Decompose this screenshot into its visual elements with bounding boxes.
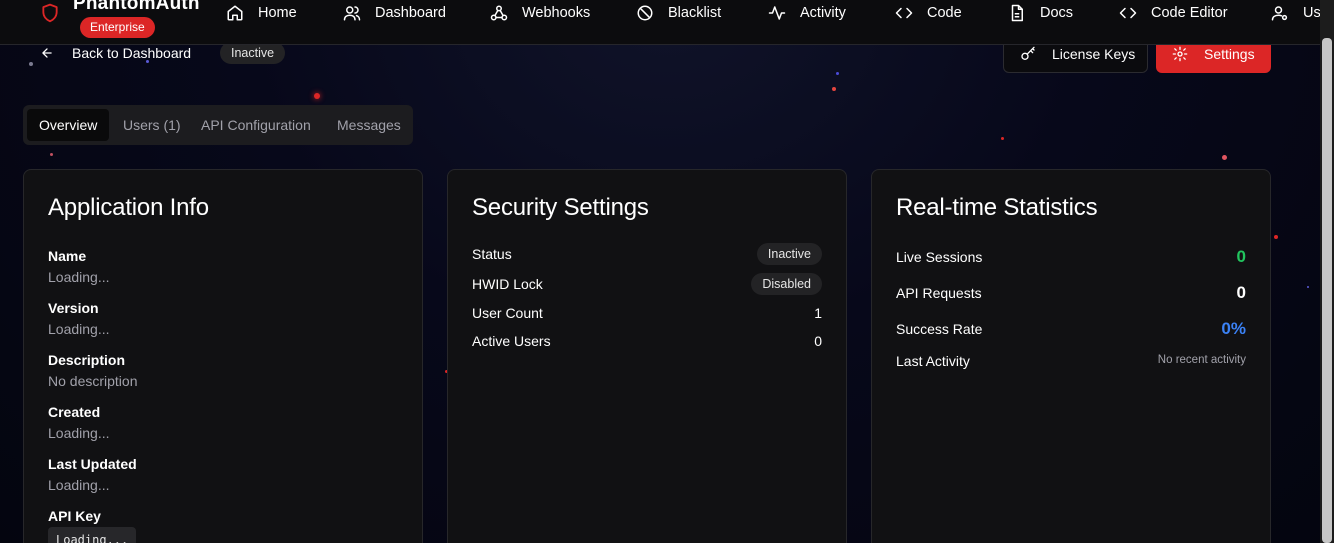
code-icon	[1119, 7, 1137, 18]
plan-badge: Enterprise	[80, 17, 155, 38]
last-updated-label: Last Updated	[48, 456, 137, 472]
created-value: Loading...	[48, 425, 110, 441]
webhook-icon	[490, 5, 508, 20]
last-activity-label: Last Activity	[896, 353, 970, 369]
nav-label: Docs	[1040, 4, 1074, 21]
active-users-label: Active Users	[472, 333, 551, 349]
nav-dashboard[interactable]: Dashboard	[343, 0, 446, 25]
live-sessions-value: 0	[1236, 247, 1246, 266]
tab-messages[interactable]: Messages	[325, 109, 413, 141]
tab-users[interactable]: Users (1)	[111, 109, 193, 141]
name-label: Name	[48, 248, 87, 264]
user-cog-icon	[1271, 5, 1288, 20]
tab-overview[interactable]: Overview	[27, 109, 110, 141]
bg-dot	[836, 72, 839, 75]
nav-code-editor[interactable]: Code Editor	[1119, 0, 1228, 25]
license-keys-label: License Keys	[1052, 45, 1136, 62]
nav-label: Code	[927, 4, 962, 21]
success-rate-label: Success Rate	[896, 321, 983, 337]
status-label: Status	[472, 246, 512, 262]
key-icon	[1021, 46, 1035, 60]
bg-dot	[1274, 235, 1278, 239]
api-key-label: API Key	[48, 508, 101, 524]
scrollbar-thumb[interactable]	[1322, 38, 1332, 543]
code-icon	[895, 7, 913, 18]
bg-dot	[29, 62, 33, 66]
nav-label: Activity	[800, 4, 846, 21]
arrow-left-icon	[42, 48, 52, 58]
bg-dot	[1222, 155, 1227, 160]
active-users-value: 0	[814, 333, 822, 349]
nav-docs[interactable]: Docs	[1008, 0, 1073, 25]
version-value: Loading...	[48, 321, 110, 337]
status-badge: Inactive	[756, 243, 822, 265]
version-label: Version	[48, 300, 99, 316]
settings-label: Settings	[1204, 45, 1255, 62]
name-value: Loading...	[48, 269, 110, 285]
user-count-label: User Count	[472, 305, 543, 321]
tab-api-configuration[interactable]: API Configuration	[189, 109, 323, 141]
bg-dot	[314, 93, 320, 99]
success-rate-value: 0%	[1221, 319, 1246, 338]
description-value: No description	[48, 373, 138, 389]
home-icon	[227, 5, 243, 20]
last-updated-value: Loading...	[48, 477, 110, 493]
page-scrollbar[interactable]	[1320, 0, 1334, 543]
status-badge: Inactive	[220, 42, 286, 64]
hwid-lock-badge: Disabled	[751, 273, 822, 295]
tab-bar: Overview Users (1) API Configuration Mes…	[23, 105, 413, 145]
security-settings-card: Security Settings Status Inactive HWID L…	[447, 169, 847, 543]
users-icon	[343, 5, 361, 20]
nav-activity[interactable]: Activity	[768, 0, 846, 25]
created-label: Created	[48, 404, 101, 420]
realtime-statistics-card: Real-time Statistics Live Sessions 0 API…	[871, 169, 1271, 543]
user-count-value: 1	[814, 305, 822, 321]
back-to-dashboard-link[interactable]: Back to Dashboard	[40, 44, 191, 62]
last-activity-value: No recent activity	[1157, 354, 1246, 366]
activity-icon	[768, 5, 786, 20]
card-title: Real-time Statistics	[896, 194, 1098, 221]
nav-label: Dashboard	[375, 4, 446, 21]
gear-icon	[1172, 46, 1188, 61]
api-requests-value: 0	[1236, 283, 1246, 302]
nav-code[interactable]: Code	[895, 0, 962, 25]
shield-icon	[42, 3, 58, 23]
nav-webhooks[interactable]: Webhooks	[490, 0, 590, 25]
api-key-value[interactable]: Loading...	[48, 527, 137, 543]
nav-label: Code Editor	[1151, 4, 1228, 21]
bg-dot	[1001, 137, 1004, 140]
nav-label: Us	[1303, 4, 1320, 21]
ban-icon	[637, 5, 653, 20]
nav-label: Home	[258, 4, 297, 21]
card-title: Security Settings	[472, 194, 649, 221]
api-requests-label: API Requests	[896, 285, 982, 301]
bg-dot	[832, 87, 836, 91]
bg-dot	[1307, 286, 1309, 288]
card-title: Application Info	[48, 194, 209, 221]
brand-name[interactable]: PhantomAuth	[73, 0, 200, 15]
description-label: Description	[48, 352, 126, 368]
top-navbar: PhantomAuth Enterprise Home Dashboard We…	[0, 0, 1320, 45]
nav-blacklist[interactable]: Blacklist	[636, 0, 721, 25]
nav-label: Blacklist	[668, 4, 722, 21]
file-icon	[1011, 4, 1023, 21]
bg-dot	[50, 153, 53, 156]
nav-label: Webhooks	[522, 4, 591, 21]
application-info-card: Application Info Name Loading... Version…	[23, 169, 423, 543]
hwid-lock-label: HWID Lock	[472, 276, 543, 292]
live-sessions-label: Live Sessions	[896, 249, 983, 265]
back-label: Back to Dashboard	[72, 45, 192, 61]
nav-home[interactable]: Home	[226, 0, 297, 25]
nav-user[interactable]: Us	[1271, 0, 1320, 25]
